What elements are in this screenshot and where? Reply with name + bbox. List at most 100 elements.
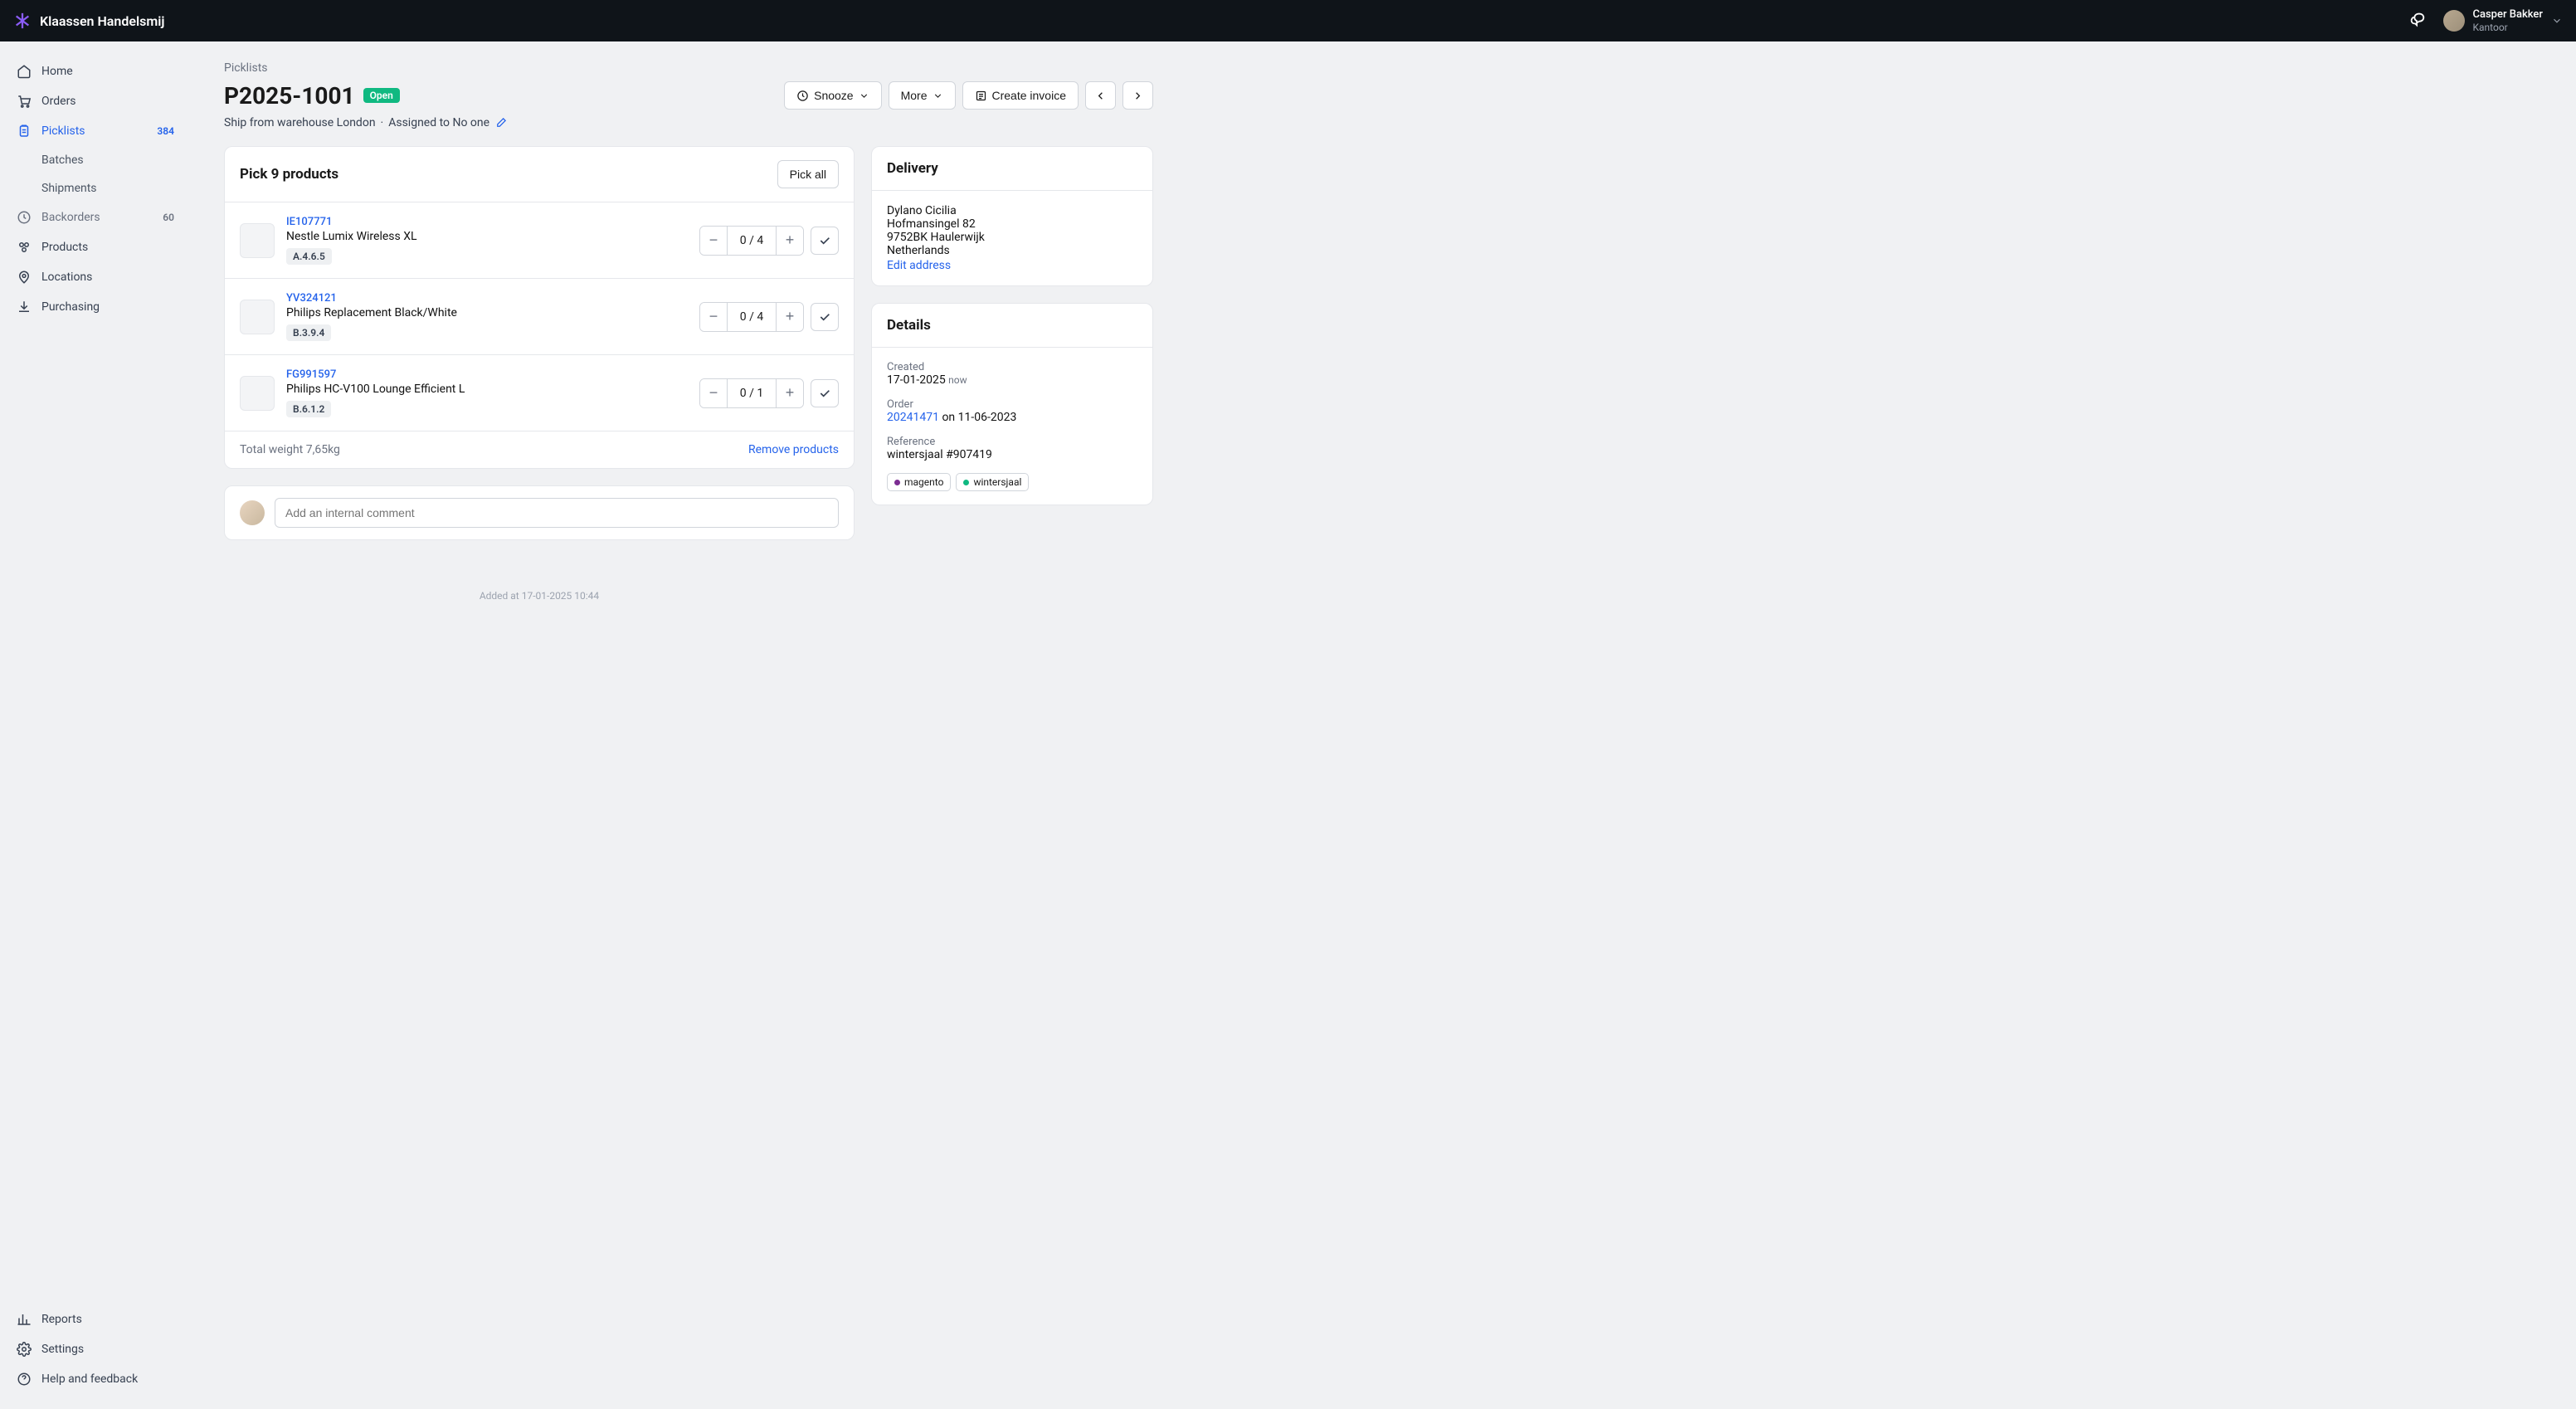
qty-value: 0 / 4 — [727, 303, 777, 331]
user-menu[interactable]: Casper Bakker Kantoor — [2443, 8, 2564, 33]
qty-plus[interactable]: + — [777, 379, 803, 407]
page-title: P2025-1001 — [224, 82, 355, 110]
edit-icon[interactable] — [494, 117, 507, 129]
product-thumb — [240, 223, 275, 258]
chevron-down-icon — [859, 90, 869, 101]
next-button[interactable] — [1122, 81, 1153, 110]
chevron-down-icon — [2551, 15, 2563, 27]
pick-title: Pick 9 products — [240, 166, 338, 183]
product-sku[interactable]: YV324121 — [286, 292, 688, 305]
chevron-left-icon — [1094, 90, 1107, 102]
qty-minus[interactable]: − — [700, 227, 727, 255]
qty-value: 0 / 4 — [727, 227, 777, 255]
clipboard-icon — [17, 124, 32, 139]
delivery-country: Netherlands — [887, 244, 1137, 257]
qty-minus[interactable]: − — [700, 303, 727, 331]
qty-value: 0 / 1 — [727, 379, 777, 407]
check-icon — [818, 387, 831, 400]
home-icon — [17, 64, 32, 79]
user-location: Kantoor — [2473, 22, 2544, 33]
chevron-down-icon — [933, 90, 943, 101]
edit-address-link[interactable]: Edit address — [887, 259, 1137, 272]
location-tag: B.6.1.2 — [286, 401, 331, 417]
remove-products-link[interactable]: Remove products — [748, 443, 839, 456]
brand[interactable]: Klaassen Handelsmij — [13, 12, 164, 30]
nav-purchasing[interactable]: Purchasing — [8, 292, 183, 322]
product-sku[interactable]: IE107771 — [286, 216, 688, 228]
picklists-badge: 384 — [157, 125, 174, 137]
details-card: Details Created 17-01-2025 now Order 202… — [871, 303, 1153, 505]
location-tag: B.3.9.4 — [286, 324, 331, 341]
qty-plus[interactable]: + — [777, 227, 803, 255]
confirm-pick-button[interactable] — [811, 303, 839, 331]
clock-icon — [796, 90, 809, 102]
confirm-pick-button[interactable] — [811, 227, 839, 255]
nav-picklists[interactable]: Picklists 384 — [8, 116, 183, 146]
check-icon — [818, 310, 831, 324]
delivery-card: Delivery Dylano Cicilia Hofmansingel 82 … — [871, 146, 1153, 286]
delivery-line2: 9752BK Haulerwijk — [887, 231, 1137, 244]
brand-name: Klaassen Handelsmij — [40, 13, 164, 29]
nav-batches[interactable]: Batches — [33, 146, 183, 174]
confirm-pick-button[interactable] — [811, 379, 839, 407]
nav-home[interactable]: Home — [8, 56, 183, 86]
order-link[interactable]: 20241471 — [887, 411, 939, 424]
tag[interactable]: wintersjaal — [956, 473, 1029, 491]
tag[interactable]: magento — [887, 473, 951, 491]
cart-icon — [17, 94, 32, 109]
nav-reports[interactable]: Reports — [8, 1304, 183, 1334]
tag-dot — [963, 480, 969, 485]
more-button[interactable]: More — [889, 81, 956, 110]
pin-icon — [17, 270, 32, 285]
product-row: FG991597 Philips HC-V100 Lounge Efficien… — [225, 355, 854, 431]
logo-icon — [13, 12, 32, 30]
chat-icon[interactable] — [2408, 10, 2427, 32]
status-badge: Open — [363, 88, 400, 103]
delivery-name: Dylano Cicilia — [887, 204, 1137, 217]
clock-icon — [17, 210, 32, 225]
product-thumb — [240, 300, 275, 334]
backorders-badge: 60 — [163, 212, 174, 223]
nav-shipments[interactable]: Shipments — [33, 174, 183, 202]
snooze-button[interactable]: Snooze — [784, 81, 881, 110]
user-name: Casper Bakker — [2473, 8, 2544, 22]
pick-card: Pick 9 products Pick all IE107771 Nestle… — [224, 146, 855, 469]
location-tag: A.4.6.5 — [286, 248, 332, 265]
nav-orders[interactable]: Orders — [8, 86, 183, 116]
qty-stepper: − 0 / 4 + — [699, 302, 804, 332]
assigned-to: Assigned to No one — [388, 116, 489, 129]
qty-minus[interactable]: − — [700, 379, 727, 407]
download-icon — [17, 300, 32, 314]
footer-meta: Added at 17-01-2025 10:44 — [224, 590, 855, 602]
nav-backorders[interactable]: Backorders 60 — [8, 202, 183, 232]
qty-plus[interactable]: + — [777, 303, 803, 331]
check-icon — [818, 234, 831, 247]
nav-settings[interactable]: Settings — [8, 1334, 183, 1364]
product-sku[interactable]: FG991597 — [286, 368, 688, 381]
breadcrumb[interactable]: Picklists — [224, 61, 1153, 75]
product-name: Nestle Lumix Wireless XL — [286, 230, 688, 243]
avatar — [2443, 10, 2465, 32]
product-thumb — [240, 376, 275, 411]
help-icon — [17, 1372, 32, 1387]
product-row: IE107771 Nestle Lumix Wireless XL A.4.6.… — [225, 202, 854, 279]
total-weight: Total weight 7,65kg — [240, 443, 340, 456]
create-invoice-button[interactable]: Create invoice — [962, 81, 1079, 110]
qty-stepper: − 0 / 4 + — [699, 226, 804, 256]
chevron-right-icon — [1132, 90, 1144, 102]
pick-all-button[interactable]: Pick all — [777, 160, 839, 188]
product-name: Philips HC-V100 Lounge Efficient L — [286, 383, 688, 396]
gear-icon — [17, 1342, 32, 1357]
tag-dot — [894, 480, 900, 485]
invoice-icon — [975, 90, 987, 102]
chart-icon — [17, 1312, 32, 1327]
nav-products[interactable]: Products — [8, 232, 183, 262]
product-name: Philips Replacement Black/White — [286, 306, 688, 319]
delivery-line1: Hofmansingel 82 — [887, 217, 1137, 231]
nav-locations[interactable]: Locations — [8, 262, 183, 292]
nav-help[interactable]: Help and feedback — [8, 1364, 183, 1394]
prev-button[interactable] — [1085, 81, 1116, 110]
comment-avatar — [240, 500, 265, 525]
ship-from: Ship from warehouse London — [224, 116, 376, 129]
comment-input[interactable] — [275, 498, 839, 528]
